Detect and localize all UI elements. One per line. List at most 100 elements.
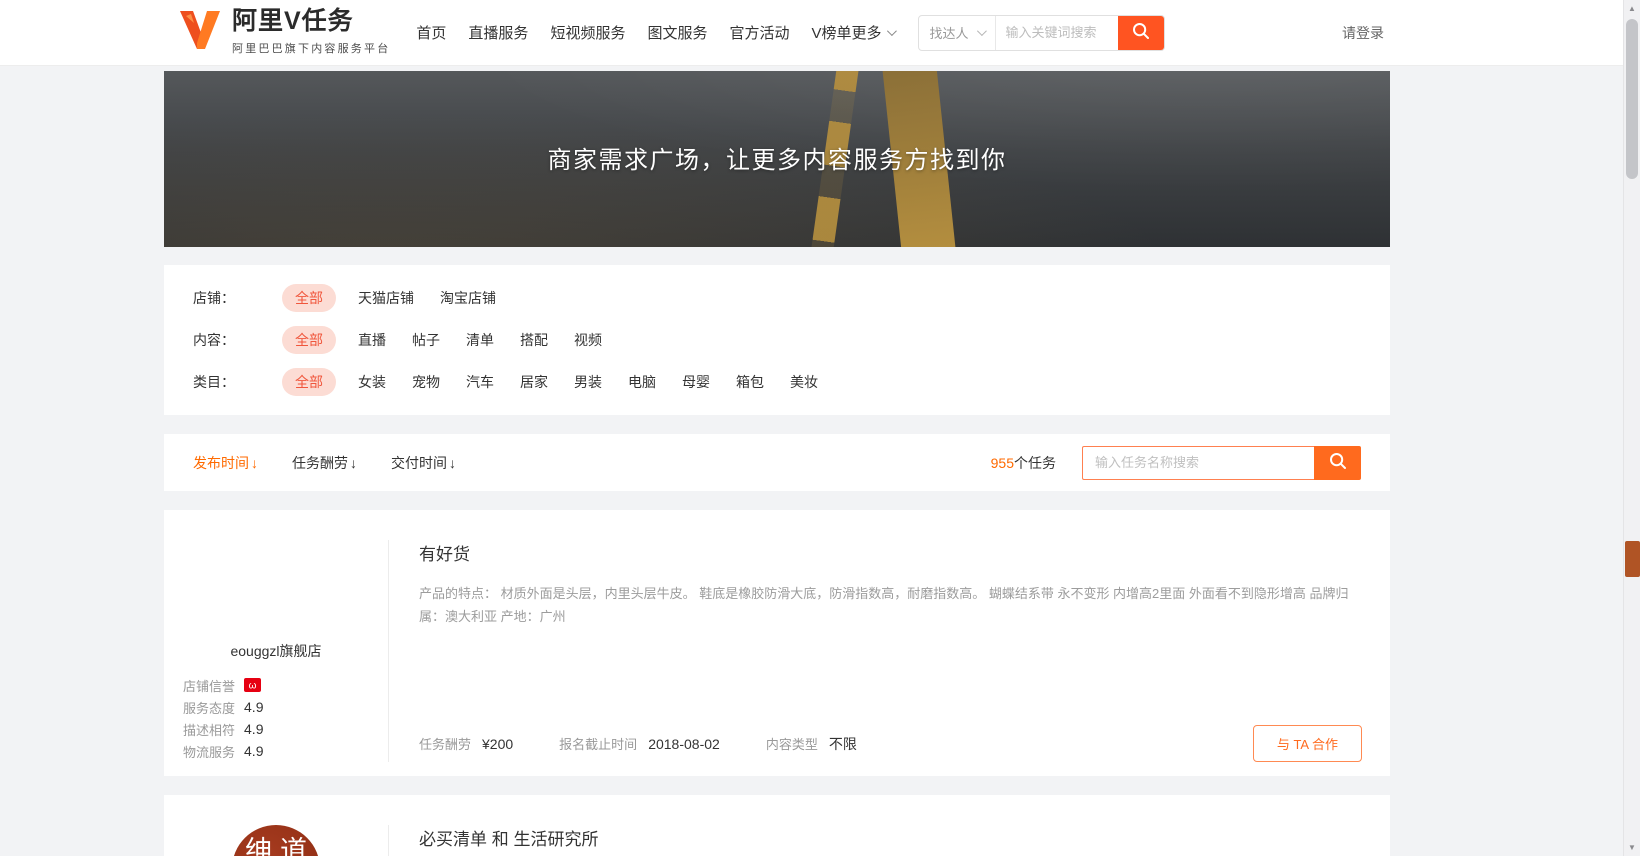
header-search-button[interactable]	[1118, 16, 1164, 50]
nav-item[interactable]: 短视频服务	[550, 22, 625, 43]
filter-option[interactable]: 男装	[574, 372, 602, 392]
task-content: 有好货 产品的特点： 材质外面是头层，内里头层牛皮。 鞋底是橡胶防滑大底，防滑指…	[388, 540, 1390, 762]
deadline-label: 报名截止时间	[559, 734, 637, 753]
store-rating-row: 服务态度 4.9	[183, 696, 388, 718]
logo-title: 阿里V任务	[232, 9, 390, 34]
scrollbar-thumb[interactable]	[1626, 19, 1638, 179]
filter-label: 店铺：	[193, 288, 282, 308]
banner-title: 商家需求广场，让更多内容服务方找到你	[164, 140, 1390, 175]
filter-option[interactable]: 电脑	[628, 372, 656, 392]
sort-desc-arrow-icon: ↓	[350, 455, 357, 471]
filter-row: 内容：全部 直播 帖子 清单 搭配 视频	[193, 319, 1361, 361]
login-link[interactable]: 请登录	[1342, 23, 1384, 43]
rating-label: 服务态度	[183, 698, 235, 717]
sort-item[interactable]: 任务酬劳↓	[292, 453, 357, 473]
store-rating-row: 描述相符4.9	[183, 718, 388, 740]
task-description: 产品的特点： 材质外面是头层，内里头层牛皮。 鞋底是橡胶防滑大底，防滑指数高，耐…	[419, 582, 1362, 628]
site-logo[interactable]: 阿里V任务 阿里巴巴旗下内容服务平台	[178, 9, 390, 56]
task-count: 955个任务	[991, 453, 1056, 473]
filter-option[interactable]: 视频	[574, 330, 602, 350]
search-category-select[interactable]: 找达人	[919, 16, 996, 50]
header-search-box: 找达人	[918, 15, 1165, 51]
rating-label: 物流服务	[183, 742, 235, 761]
store-avatar[interactable]	[232, 540, 320, 628]
scrollbar-up-arrow-icon[interactable]: ▲	[1624, 0, 1640, 17]
search-icon	[1328, 451, 1348, 474]
filter-option-selected[interactable]: 全部	[282, 368, 336, 396]
filter-option[interactable]: 帖子	[412, 330, 440, 350]
nav-item-more[interactable]: 更多	[852, 22, 894, 43]
sort-bar: 发布时间↓ 任务酬劳↓ 交付时间↓ 955个任务	[164, 434, 1390, 491]
search-category-label: 找达人	[930, 23, 969, 42]
sort-item[interactable]: 交付时间↓	[391, 453, 456, 473]
nav-item[interactable]: 直播服务	[468, 22, 528, 43]
task-search-input[interactable]	[1082, 446, 1314, 480]
avatar-seal-text: 绅道	[237, 836, 315, 856]
reward-label: 任务酬劳	[419, 734, 471, 753]
sort-item[interactable]: 发布时间↓	[193, 453, 258, 473]
scrollbar[interactable]: ▲ ▼	[1623, 0, 1640, 856]
task-search-box	[1082, 446, 1361, 480]
chevron-down-icon	[886, 26, 896, 36]
store-ratings: 店铺信誉 ω 服务态度 4.9 描述相符4.9 物流服务 4.9	[183, 674, 388, 762]
rating-label: 描述相符	[183, 720, 235, 739]
filter-label: 内容：	[193, 330, 282, 350]
task-title[interactable]: 必买清单 和 生活研究所	[419, 825, 1362, 850]
store-name[interactable]: eouggzl旗舰店	[164, 641, 388, 661]
side-widget-marker[interactable]	[1625, 541, 1640, 577]
nav-item[interactable]: 官方活动	[729, 22, 789, 43]
filter-label: 类目：	[193, 372, 282, 392]
svg-text:ω: ω	[249, 681, 257, 692]
top-header: 阿里V任务 阿里巴巴旗下内容服务平台 首页 直播服务 短视频服务 图文服务 官方活动 V榜…	[0, 0, 1640, 66]
store-avatar[interactable]: 绅道 衣品	[232, 825, 320, 856]
store-rating-row: 物流服务 4.9	[183, 740, 388, 762]
header-search-input[interactable]	[996, 16, 1118, 50]
filter-option[interactable]: 搭配	[520, 330, 548, 350]
task-card: 绅道 衣品 必买清单 和 生活研究所 绅道衣品 2013年入驻天猫 专注男士西裤…	[164, 795, 1390, 856]
filter-option[interactable]: 女装	[358, 372, 386, 392]
task-content: 必买清单 和 生活研究所 绅道衣品 2013年入驻天猫 专注男士西裤 ，此款版型…	[388, 825, 1390, 856]
filter-option[interactable]: 箱包	[736, 372, 764, 392]
sort-desc-arrow-icon: ↓	[449, 455, 456, 471]
task-search-button[interactable]	[1314, 446, 1361, 480]
filter-panel: 店铺：全部天猫店铺淘宝店铺内容：全部直播帖子清单搭配视频类目：全部女装宠物汽车居…	[164, 265, 1390, 415]
store-rating-row: 店铺信誉 ω	[183, 674, 388, 696]
logo-subtitle: 阿里巴巴旗下内容服务平台	[232, 40, 390, 56]
cooperate-button[interactable]: 与 TA 合作	[1253, 725, 1362, 762]
filter-option[interactable]: 汽车	[466, 372, 494, 392]
filter-option[interactable]: 美妆	[790, 372, 818, 392]
store-column: eouggzl旗舰店 店铺信誉 ω 服务态度 4.9 描述相符4.9 物流服务 4.9	[164, 540, 388, 762]
store-column: 绅道 衣品	[164, 825, 388, 856]
v-logo-icon	[178, 10, 222, 55]
nav-item[interactable]: 首页	[416, 22, 446, 43]
filter-option[interactable]: 直播	[358, 330, 386, 350]
task-meta-row: 任务酬劳 ¥200 报名截止时间 2018-08-02 内容类型 不限 与 TA…	[419, 725, 1362, 762]
nav-item[interactable]: V榜单	[811, 22, 851, 43]
filter-option[interactable]: 淘宝店铺	[440, 288, 496, 308]
nav-item[interactable]: 图文服务	[647, 22, 707, 43]
filter-row: 店铺：全部 天猫店铺 淘宝店铺	[193, 277, 1361, 319]
rating-value: 4.9	[244, 699, 263, 715]
main-nav: 首页 直播服务 短视频服务 图文服务 官方活动 V榜单	[416, 22, 851, 43]
task-count-number: 955	[991, 455, 1014, 471]
filter-option-selected[interactable]: 全部	[282, 284, 336, 312]
content-type-label: 内容类型	[766, 734, 818, 753]
content-type-value: 不限	[829, 734, 857, 754]
filter-option[interactable]: 宠物	[412, 372, 440, 392]
tmall-badge-icon: ω	[244, 677, 261, 693]
filter-option[interactable]: 天猫店铺	[358, 288, 414, 308]
rating-label: 店铺信誉	[183, 676, 235, 695]
filter-option[interactable]: 母婴	[682, 372, 710, 392]
filter-option-selected[interactable]: 全部	[282, 326, 336, 354]
sort-desc-arrow-icon: ↓	[251, 455, 258, 471]
task-count-suffix: 个任务	[1014, 455, 1056, 471]
task-title[interactable]: 有好货	[419, 540, 1362, 565]
chevron-down-icon	[976, 26, 986, 36]
rating-value: 4.9	[244, 743, 263, 759]
filter-option[interactable]: 居家	[520, 372, 548, 392]
scrollbar-down-arrow-icon[interactable]: ▼	[1624, 839, 1640, 856]
sort-items: 发布时间↓ 任务酬劳↓ 交付时间↓	[193, 453, 490, 473]
nav-more-label: 更多	[852, 22, 882, 43]
filter-row: 类目：全部 女装 宠物 汽车 居家 男装 电脑 母婴 箱包 美妆	[193, 361, 1361, 403]
filter-option[interactable]: 清单	[466, 330, 494, 350]
